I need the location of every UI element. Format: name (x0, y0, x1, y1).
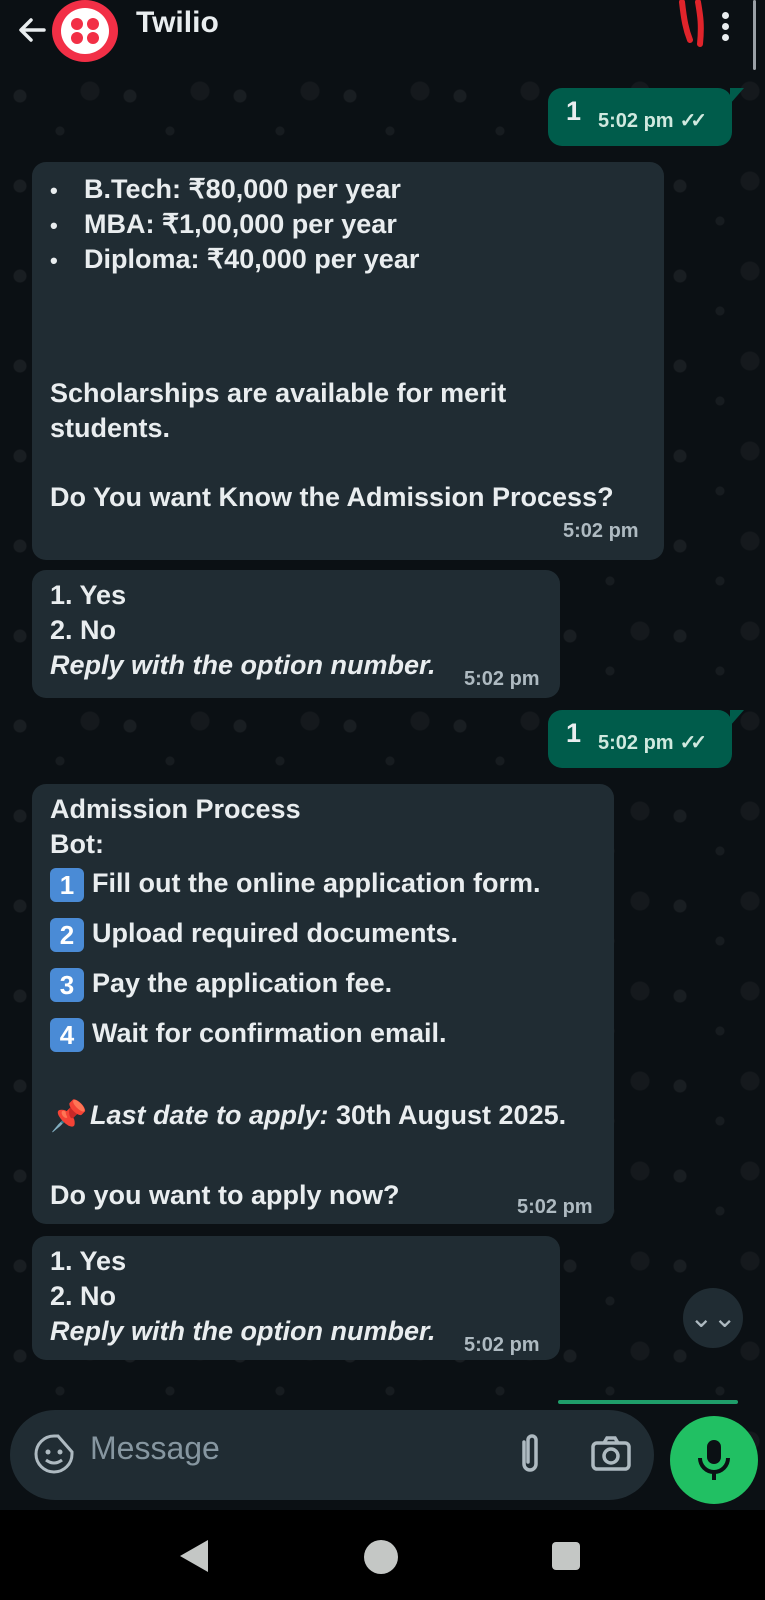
mic-icon (698, 1440, 730, 1480)
message-title: Admission Process (50, 794, 301, 824)
incoming-message[interactable]: • B.Tech: ₹80,000 per year • MBA: ₹1,00,00… (32, 162, 664, 560)
contact-name[interactable]: Twilio (136, 6, 219, 40)
deadline-text: 📌Last date to apply: 30th August 2025. (50, 1100, 567, 1134)
double-check-icon: ✓✓ (679, 110, 707, 132)
red-annotation-mark (679, 0, 704, 47)
option-text: 1. Yes (50, 1246, 127, 1276)
paperclip-icon[interactable] (510, 1432, 550, 1476)
camera-icon[interactable] (590, 1434, 632, 1474)
keycap-3-icon: 3 (50, 967, 84, 1002)
hint-text: Reply with the option number. (50, 650, 436, 680)
option-text: 2. No (50, 615, 117, 645)
nav-home-icon[interactable] (364, 1540, 398, 1574)
message-time: 5:02 pm (563, 520, 639, 542)
list-item: 3 Pay the application fee. (50, 966, 392, 1002)
incoming-message[interactable]: Admission Process Bot: 1 Fill out the onl… (32, 784, 614, 1224)
nav-recents-icon[interactable] (552, 1542, 580, 1570)
keycap-4-icon: 4 (50, 1017, 84, 1052)
hint-text: Reply with the option number. (50, 1316, 436, 1346)
message-time: 5:02 pm (464, 668, 540, 690)
mic-button[interactable] (670, 1416, 758, 1504)
message-text: Bot: (50, 829, 104, 859)
nav-back-icon[interactable] (180, 1540, 208, 1572)
message-time: 5:02 pm (517, 1196, 593, 1218)
chat-header: Twilio (0, 0, 765, 76)
divider (558, 1400, 738, 1404)
message-text: 1 (566, 718, 582, 748)
message-text: Do You want Know the Admission Process? (50, 482, 614, 512)
sticker-icon[interactable] (32, 1432, 76, 1476)
list-item: 4 Wait for confirmation email. (50, 1016, 447, 1052)
message-time: 5:02 pm ✓✓ (598, 726, 707, 761)
list-item: • B.Tech: ₹80,000 per year (50, 174, 401, 204)
outgoing-message[interactable]: 1 5:02 pm ✓✓ (548, 88, 744, 146)
chat-area[interactable]: 1 5:02 pm ✓✓ • B.Tech: ₹80,000 per year • M… (0, 76, 765, 1476)
keycap-1-icon: 1 (50, 867, 84, 902)
option-text: 1. Yes (50, 580, 127, 610)
double-check-icon: ✓✓ (679, 732, 707, 754)
scroll-indicator (753, 0, 756, 70)
option-text: 2. No (50, 1281, 117, 1311)
more-vert-icon[interactable] (714, 10, 736, 46)
outgoing-message[interactable]: 1 5:02 pm ✓✓ (548, 710, 744, 768)
pushpin-icon: 📌 (50, 1100, 88, 1134)
system-nav-bar (0, 1510, 765, 1600)
arrow-back-icon[interactable] (14, 12, 50, 48)
avatar[interactable] (52, 0, 118, 62)
message-text: Scholarships are available for merit (50, 378, 507, 408)
list-item: • MBA: ₹1,00,000 per year (50, 209, 397, 239)
message-text: 1 (566, 96, 582, 126)
message-text: students. (50, 413, 171, 443)
message-time: 5:02 pm (464, 1334, 540, 1356)
incoming-message[interactable]: 1. Yes 2. No Reply with the option numbe… (32, 570, 560, 698)
list-item: • Diploma: ₹40,000 per year (50, 244, 420, 274)
message-input[interactable]: Message (90, 1430, 220, 1467)
list-item: 1 Fill out the online application form. (50, 866, 541, 902)
list-item: 2 Upload required documents. (50, 916, 458, 952)
message-text: Do you want to apply now? (50, 1180, 400, 1210)
double-chevron-down-icon[interactable]: ⌄⌄ (683, 1288, 743, 1348)
keycap-2-icon: 2 (50, 917, 84, 952)
incoming-message[interactable]: 1. Yes 2. No Reply with the option numbe… (32, 1236, 560, 1360)
message-time: 5:02 pm ✓✓ (598, 104, 707, 139)
message-composer[interactable]: Message (10, 1410, 654, 1500)
